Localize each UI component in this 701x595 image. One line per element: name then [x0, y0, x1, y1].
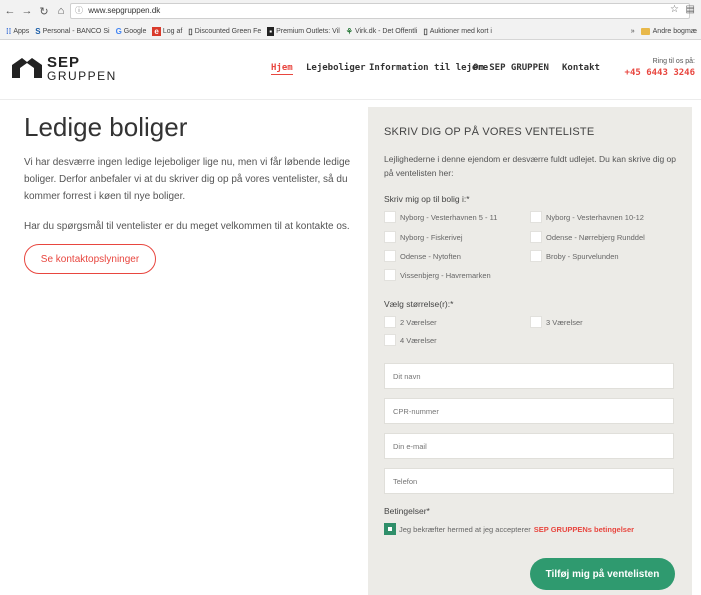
- checkbox-box[interactable]: [384, 211, 396, 223]
- bookmark-auktioner[interactable]: ▯ Auktioner med kort i: [423, 27, 492, 36]
- cpr-field[interactable]: [384, 398, 674, 424]
- terms-label: Betingelser*: [384, 506, 430, 516]
- reload-icon[interactable]: ↻: [37, 5, 51, 18]
- checkbox-housing-3[interactable]: Odense - Nørrebjerg Runddel: [530, 231, 645, 243]
- premium-icon: ▪: [267, 26, 275, 36]
- bookmark-premium[interactable]: ▪ Premium Outlets: Vil: [267, 26, 340, 36]
- checkbox-size-3[interactable]: 3 Værelser: [530, 316, 583, 328]
- checkbox-checked-icon[interactable]: [384, 523, 396, 535]
- checkbox-box[interactable]: [384, 250, 396, 262]
- bookmark-discounted[interactable]: ▯ Discounted Green Fe: [188, 27, 261, 36]
- checkbox-box[interactable]: [384, 231, 396, 243]
- checkbox-box[interactable]: [384, 269, 396, 281]
- bookmark-google[interactable]: G Google: [116, 27, 147, 36]
- address-bar[interactable]: ⓘ www.sepgruppen.dk: [70, 3, 690, 19]
- submit-button[interactable]: Tilføj mig på ventelisten: [530, 558, 675, 590]
- checkbox-box[interactable]: [530, 231, 542, 243]
- checkbox-housing-5[interactable]: Broby - Spurvelunden: [530, 250, 619, 262]
- bookmark-virk[interactable]: ⚘ Virk.dk - Det Offentli: [346, 27, 418, 36]
- page-icon: ▯: [423, 26, 428, 36]
- checkbox-box[interactable]: [384, 334, 396, 346]
- contact-text: Har du spørgsmål til ventelister er du m…: [24, 221, 350, 232]
- nav-kontakt[interactable]: Kontakt: [562, 63, 600, 73]
- nav-information[interactable]: Information til lejere: [369, 63, 488, 73]
- bookmarks-bar: ⁞⁞ Apps S Personal - BANCO Si G Google e Log…: [0, 23, 701, 39]
- phone-field[interactable]: [384, 468, 674, 494]
- info-icon: ⓘ: [75, 6, 83, 15]
- terms-checkbox[interactable]: Jeg bekræfter hermed at jeg accepterer S…: [384, 523, 634, 535]
- checkbox-size-2[interactable]: 2 Værelser: [384, 316, 437, 328]
- name-field[interactable]: [384, 363, 674, 389]
- checkbox-box[interactable]: [530, 250, 542, 262]
- sep-logo-icon[interactable]: [12, 56, 42, 78]
- checkbox-housing-4[interactable]: Odense - Nytoften: [384, 250, 461, 262]
- logo-text-gruppen[interactable]: GRUPPEN: [47, 69, 117, 83]
- back-icon[interactable]: ←: [3, 5, 17, 17]
- virk-icon: ⚘: [345, 26, 353, 36]
- checkbox-size-4[interactable]: 4 Værelser: [384, 334, 437, 346]
- checkbox-housing-0[interactable]: Nyborg - Vesterhavnen 5 - 11: [384, 211, 497, 223]
- checkbox-box[interactable]: [530, 211, 542, 223]
- contact-button[interactable]: Se kontaktopslyninger: [24, 244, 156, 274]
- bookmark-banco[interactable]: S Personal - BANCO Si: [35, 27, 109, 36]
- housing-label: Skriv mig op til bolig i:*: [384, 194, 470, 204]
- bookmark-apps[interactable]: ⁞⁞ Apps: [6, 27, 29, 36]
- apps-grid-icon: ⁞⁞: [6, 26, 12, 36]
- nav-hjem[interactable]: Hjem: [271, 63, 293, 75]
- form-title: SKRIV DIG OP PÅ VORES VENTELISTE: [384, 126, 595, 138]
- phone-link[interactable]: +45 6443 3246: [625, 68, 695, 78]
- nav-lejeboliger[interactable]: Lejeboliger: [306, 63, 366, 73]
- size-label: Vælg størrelse(r):*: [384, 299, 454, 309]
- folder-icon: [640, 27, 650, 35]
- browser-chrome: ← → ↻ ⌂ ⓘ www.sepgruppen.dk ☆ ▤ ⁞⁞ Apps S…: [0, 0, 701, 40]
- intro-text: Vi har desværre ingen ledige lejeboliger…: [24, 157, 351, 202]
- checkbox-box[interactable]: [530, 316, 542, 328]
- home-icon[interactable]: ⌂: [54, 5, 68, 17]
- bookmark-logaf[interactable]: e Log af: [152, 26, 182, 36]
- terms-link[interactable]: SEP GRUPPENs betingelser: [534, 525, 634, 534]
- google-icon: G: [115, 26, 122, 36]
- logaf-icon: e: [152, 26, 161, 36]
- page-title: Ledige boliger: [24, 112, 188, 142]
- form-description: Lejlighederne i denne ejendom er desværr…: [384, 154, 677, 178]
- other-bookmarks[interactable]: » Andre bogmæ: [631, 23, 697, 39]
- checkbox-housing-1[interactable]: Nyborg - Vesterhavnen 10-12: [530, 211, 644, 223]
- banco-icon: S: [35, 26, 41, 36]
- checkbox-box[interactable]: [384, 316, 396, 328]
- checkbox-housing-6[interactable]: Vissenbjerg - Havremarken: [384, 269, 491, 281]
- forward-icon[interactable]: →: [20, 5, 34, 17]
- extension-icon[interactable]: ▤: [686, 4, 695, 15]
- nav-om-sep[interactable]: Om SEP GRUPPEN: [473, 63, 549, 73]
- url-text: www.sepgruppen.dk: [88, 6, 161, 15]
- email-field[interactable]: [384, 433, 674, 459]
- page-icon: ▯: [188, 26, 193, 36]
- waitlist-form-panel: [368, 107, 692, 595]
- bookmark-star-icon[interactable]: ☆: [670, 4, 679, 15]
- checkbox-housing-2[interactable]: Nyborg - Fiskerivej: [384, 231, 463, 243]
- call-label: Ring til os på:: [652, 58, 695, 65]
- address-row: ← → ↻ ⌂ ⓘ www.sepgruppen.dk ☆ ▤: [0, 0, 701, 22]
